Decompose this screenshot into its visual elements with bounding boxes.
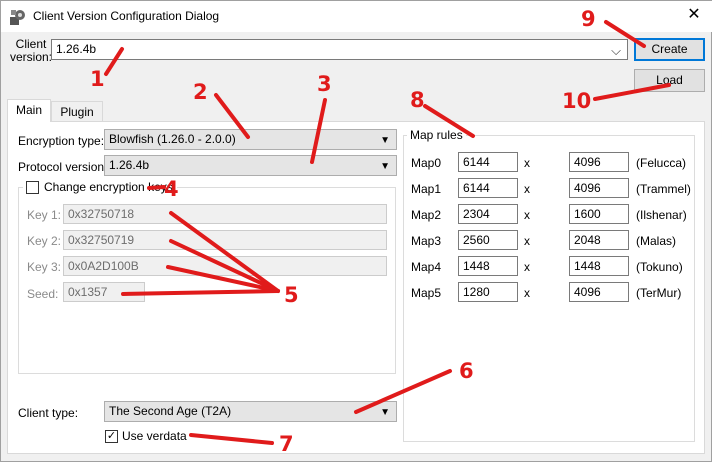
callout-arrow-9 (604, 20, 646, 48)
callout-arrow-10 (593, 83, 671, 101)
callout-arrow-6 (354, 369, 452, 414)
callout-arrow-5d (121, 289, 280, 296)
callout-arrow-5b (169, 239, 280, 293)
callout-number-9: 9 (581, 7, 596, 31)
callout-number-6: 6 (459, 359, 474, 383)
annotation-overlay (104, 20, 671, 445)
callout-number-2: 2 (193, 80, 208, 104)
callout-number-4: 4 (164, 177, 179, 201)
callout-arrow-8 (423, 104, 475, 138)
callout-number-1: 1 (90, 67, 105, 91)
callout-arrow-1 (104, 47, 124, 76)
dialog-window: Client Version Configuration Dialog ✕ Cl… (0, 0, 712, 462)
callout-arrow-3 (310, 98, 327, 164)
tab-main[interactable]: Main (7, 99, 51, 122)
callout-arrow-4 (147, 185, 166, 190)
callout-number-10: 10 (562, 89, 592, 113)
callout-number-8: 8 (410, 88, 425, 112)
callout-number-3: 3 (317, 72, 332, 96)
callout-number-7: 7 (279, 432, 294, 456)
callout-number-5: 5 (284, 283, 299, 307)
callout-arrow-2 (214, 93, 250, 139)
callout-arrow-7 (189, 433, 274, 445)
